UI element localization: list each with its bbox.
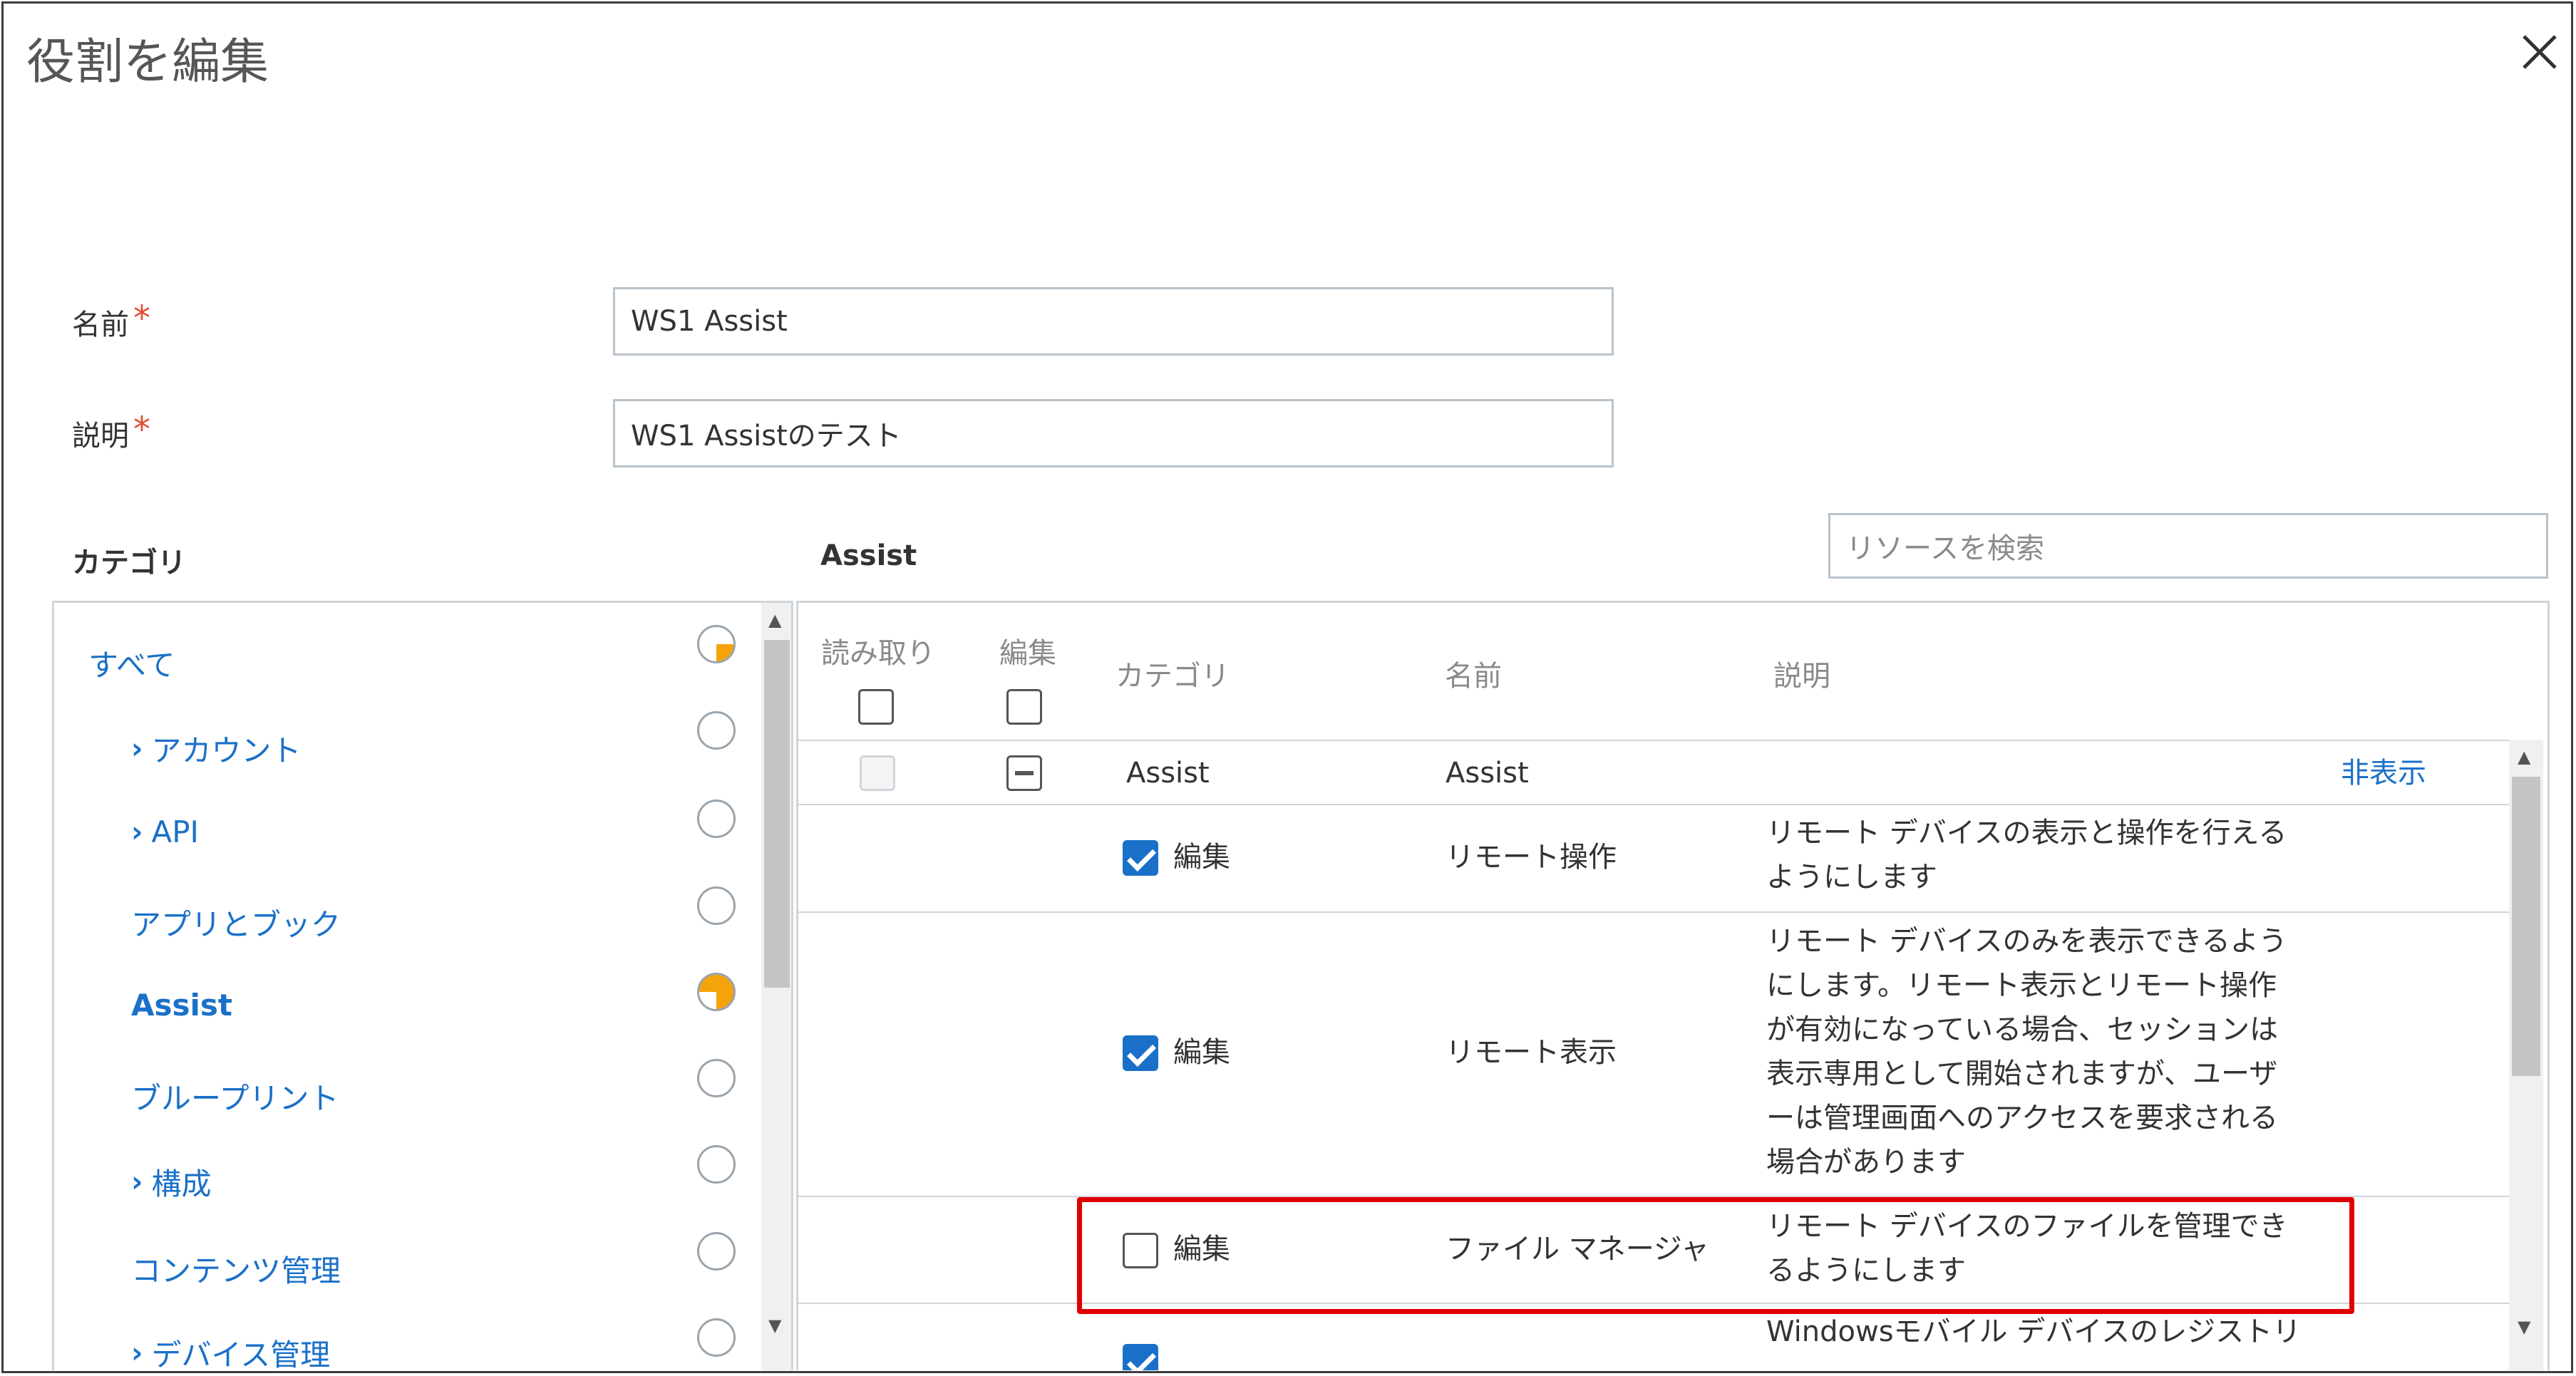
divider [798,740,2509,741]
group-edit-checkbox[interactable] [1006,755,1042,791]
category-scrollbar-thumb[interactable] [764,640,790,988]
category-item-content-management[interactable]: コンテンツ管理 [131,1247,341,1290]
category-item-all[interactable]: すべて [88,641,175,685]
row-name: ファイル マネージャ [1446,1233,1709,1266]
category-item-device-management[interactable]: › デバイス管理 [131,1331,330,1371]
description-label: 説明 * [72,410,150,452]
category-status-icon [697,1059,736,1097]
row-name: リモート表示 [1446,1036,1617,1069]
row-name: リモート操作 [1446,841,1617,874]
scroll-down-icon[interactable]: ▼ [2518,1317,2530,1337]
registry-edit-checkbox[interactable] [1123,1344,1158,1370]
column-read: 読み取り [821,637,935,670]
row-description: リモート デバイスのみを表示できるよう にします。リモート表示とリモート操作 が… [1766,925,2287,1179]
name-input[interactable]: WS1 Assist [613,287,1614,356]
divider [798,804,2509,805]
divider [798,1196,2509,1197]
select-all-read-checkbox[interactable] [858,689,894,725]
category-status-icon [697,886,736,925]
category-item-blueprint[interactable]: ブループリント [131,1075,339,1118]
category-item-account[interactable]: › アカウント [131,727,302,770]
category-item-api[interactable]: › API [131,814,199,849]
dialog-title: 役割を編集 [26,34,269,90]
divider [798,1303,2509,1304]
resource-table: 読み取り 編集 カテゴリ 名前 説明 Assist Assist 非表示 編集 … [796,601,2550,1370]
category-heading: カテゴリ [72,547,186,579]
required-mark: * [133,299,150,338]
group-name: Assist [1446,757,1529,790]
remote-view-edit-checkbox[interactable] [1123,1035,1158,1071]
remote-control-edit-checkbox[interactable] [1123,840,1158,876]
column-category: カテゴリ [1116,660,1230,693]
category-status-icon [697,711,736,750]
row-perm-label: 編集 [1173,841,1230,874]
row-perm-label: 編集 [1173,1233,1230,1266]
column-edit: 編集 [999,637,1056,670]
category-status-icon [697,1232,736,1271]
scroll-up-icon[interactable]: ▲ [2518,747,2530,767]
category-status-icon [697,1318,736,1357]
chevron-right-icon: › [131,1165,143,1199]
category-item-configuration[interactable]: › 構成 [131,1160,212,1204]
category-status-icon [697,1145,736,1184]
category-status-icon [697,800,736,838]
description-input[interactable]: WS1 Assistのテスト [613,399,1614,467]
divider [798,911,2509,913]
column-description: 説明 [1773,660,1830,693]
edit-role-dialog: 役割を編集 名前 * WS1 Assist 説明 * WS1 Assistのテスト … [1,1,2573,1373]
scroll-down-icon[interactable]: ▼ [768,1315,781,1335]
category-status-partial-icon [697,625,736,663]
close-icon[interactable] [2518,31,2561,73]
row-perm-label: 編集 [1173,1036,1230,1069]
required-mark: * [133,410,150,450]
resource-heading: Assist [820,539,917,572]
row-description: リモート デバイスのファイルを管理でき るようにします [1766,1210,2288,1287]
category-list: すべて › アカウント › API アプリとブック Assist ブループリント… [52,601,793,1370]
select-all-edit-checkbox[interactable] [1006,689,1042,725]
resource-scrollbar-thumb[interactable] [2512,777,2540,1076]
row-description: リモート デバイスの表示と操作を行える ようにします [1766,817,2287,894]
file-manager-edit-checkbox[interactable] [1123,1233,1158,1268]
row-description: Windowsモバイル デバイスのレジストリ [1766,1315,2302,1348]
name-label: 名前 * [72,299,150,341]
chevron-right-icon: › [131,815,143,849]
chevron-right-icon: › [131,732,143,765]
resource-search-input[interactable]: リソースを検索 [1828,513,2548,579]
chevron-right-icon: › [131,1336,143,1370]
category-item-apps-books[interactable]: アプリとブック [131,901,341,944]
category-status-partial-icon [697,973,736,1011]
hide-link[interactable]: 非表示 [2341,751,2426,795]
group-read-checkbox [860,755,895,791]
category-item-assist[interactable]: Assist [131,988,232,1023]
group-category: Assist [1126,757,1210,790]
scroll-up-icon[interactable]: ▲ [768,610,781,630]
column-name: 名前 [1445,660,1502,693]
